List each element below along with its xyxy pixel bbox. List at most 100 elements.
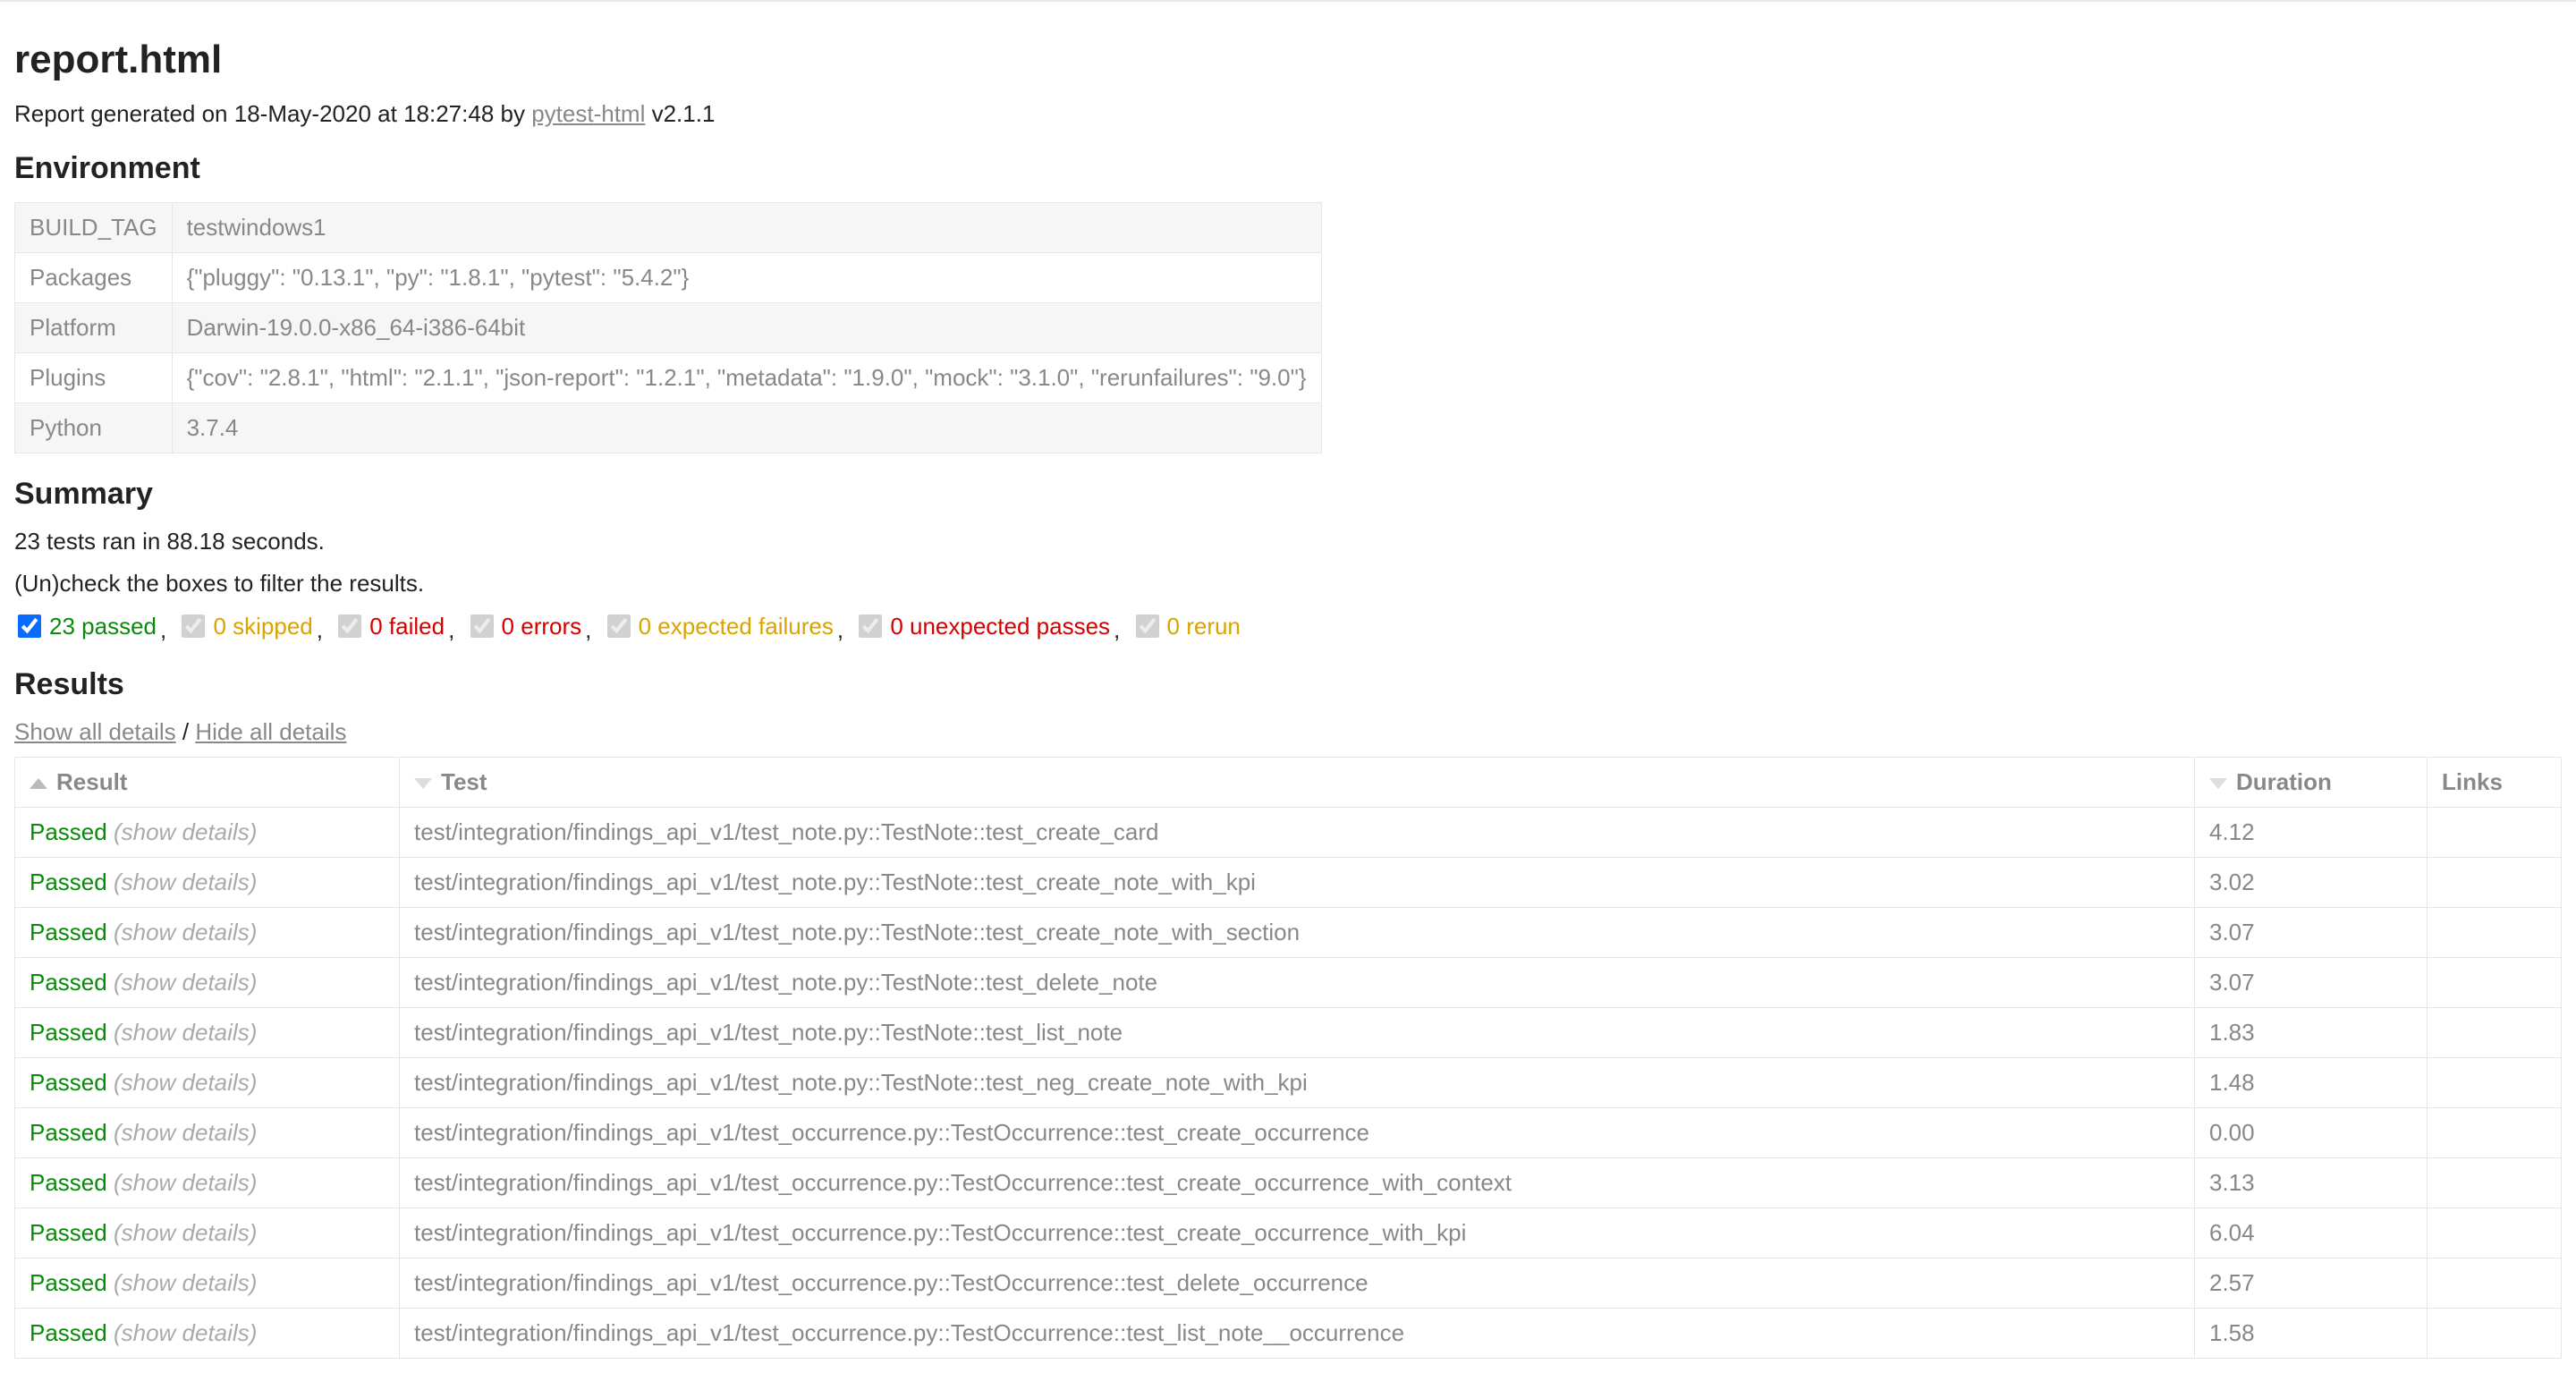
duration-cell: 0.00	[2195, 1108, 2428, 1158]
duration-cell: 1.58	[2195, 1309, 2428, 1359]
table-row: Passed (show details)test/integration/fi…	[15, 1008, 2562, 1058]
test-name-cell: test/integration/findings_api_v1/test_no…	[400, 1058, 2195, 1108]
links-cell	[2428, 1309, 2562, 1359]
environment-row: BUILD_TAGtestwindows1	[15, 203, 1322, 253]
filter-passed-checkbox[interactable]	[18, 614, 41, 638]
table-row: Passed (show details) test/integration/fi…	[15, 1108, 2562, 1158]
col-header-duration[interactable]: Duration	[2195, 758, 2428, 808]
result-status: Passed	[30, 1269, 107, 1296]
result-status: Passed	[30, 1319, 107, 1346]
filter-passed-label: 23 passed	[49, 613, 157, 640]
table-row: Passed (show details)test/integration/fi…	[15, 1158, 2562, 1208]
result-cell: Passed (show details)	[15, 1158, 400, 1208]
links-cell	[2428, 808, 2562, 858]
test-name-cell: test/integration/findings_api_v1/test_oc…	[400, 1208, 2195, 1259]
table-row: Passed (show details)test/integration/fi…	[15, 958, 2562, 1008]
show-details-toggle[interactable]: (show details)	[107, 1219, 258, 1246]
report-prefix: Report generated on	[14, 100, 234, 127]
duration-cell: 3.02	[2195, 858, 2428, 908]
results-separator: /	[176, 718, 196, 745]
test-name-cell: test/integration/findings_api_v1/test_oc…	[400, 1108, 2195, 1158]
show-details-toggle[interactable]: (show details)	[107, 1119, 258, 1146]
environment-row: Packages{"pluggy": "0.13.1", "py": "1.8.…	[15, 253, 1322, 303]
filter-failed: 0 failed	[335, 612, 445, 640]
test-name-cell: test/integration/findings_api_v1/test_no…	[400, 1008, 2195, 1058]
filter-rerun-checkbox	[1136, 614, 1159, 638]
show-details-toggle[interactable]: (show details)	[107, 869, 258, 895]
summary-heading: Summary	[14, 477, 2562, 512]
result-cell: Passed (show details)	[15, 908, 400, 958]
result-cell: Passed (show details)	[15, 1058, 400, 1108]
result-status: Passed	[30, 1169, 107, 1196]
environment-row: Python3.7.4	[15, 403, 1322, 453]
environment-row: Plugins{"cov": "2.8.1", "html": "2.1.1",…	[15, 353, 1322, 403]
show-details-toggle[interactable]: (show details)	[107, 818, 258, 845]
show-details-toggle[interactable]: (show details)	[107, 919, 258, 945]
test-name-cell: test/integration/findings_api_v1/test_no…	[400, 858, 2195, 908]
environment-key: Platform	[15, 303, 173, 353]
report-version: v2.1.1	[645, 100, 715, 127]
environment-row: PlatformDarwin-19.0.0-x86_64-i386-64bit	[15, 303, 1322, 353]
links-cell	[2428, 908, 2562, 958]
duration-cell: 2.57	[2195, 1259, 2428, 1309]
show-details-toggle[interactable]: (show details)	[107, 1019, 258, 1046]
show-all-details-link[interactable]: Show all details	[14, 718, 176, 745]
result-cell: Passed (show details)	[15, 808, 400, 858]
duration-cell: 3.13	[2195, 1158, 2428, 1208]
environment-heading: Environment	[14, 151, 2562, 186]
col-header-test[interactable]: Test	[400, 758, 2195, 808]
environment-key: Python	[15, 403, 173, 453]
table-row: Passed (show details)test/integration/fi…	[15, 808, 2562, 858]
result-cell: Passed (show details)	[15, 958, 400, 1008]
report-by: by	[494, 100, 531, 127]
environment-value: {"pluggy": "0.13.1", "py": "1.8.1", "pyt…	[172, 253, 1321, 303]
duration-cell: 3.07	[2195, 958, 2428, 1008]
report-generated-line: Report generated on 18-May-2020 at 18:27…	[14, 100, 2562, 128]
filter-rerun: 0 rerun	[1132, 612, 1241, 640]
result-status: Passed	[30, 1119, 107, 1146]
result-status: Passed	[30, 969, 107, 996]
filter-errors-checkbox	[470, 614, 494, 638]
result-cell: Passed (show details)	[15, 1259, 400, 1309]
summary-tests-ran: 23 tests ran in 88.18 seconds.	[14, 528, 2562, 555]
show-details-toggle[interactable]: (show details)	[107, 1319, 258, 1346]
duration-cell: 3.07	[2195, 908, 2428, 958]
result-cell: Passed (show details)	[15, 1208, 400, 1259]
show-details-toggle[interactable]: (show details)	[107, 1269, 258, 1296]
filter-passed[interactable]: 23 passed	[14, 612, 157, 640]
links-cell	[2428, 1108, 2562, 1158]
duration-cell: 6.04	[2195, 1208, 2428, 1259]
filter-xpassed: 0 unexpected passes	[855, 612, 1110, 640]
result-cell: Passed (show details)	[15, 858, 400, 908]
pytest-html-link[interactable]: pytest-html	[531, 100, 645, 127]
show-details-toggle[interactable]: (show details)	[107, 1069, 258, 1096]
hide-all-details-link[interactable]: Hide all details	[195, 718, 346, 745]
duration-cell: 4.12	[2195, 808, 2428, 858]
table-row: Passed (show details)test/integration/fi…	[15, 1208, 2562, 1259]
results-heading: Results	[14, 667, 2562, 702]
test-name-cell: test/integration/findings_api_v1/test_no…	[400, 808, 2195, 858]
environment-value: Darwin-19.0.0-x86_64-i386-64bit	[172, 303, 1321, 353]
report-at: at	[371, 100, 403, 127]
result-status: Passed	[30, 1069, 107, 1096]
filter-xpassed-checkbox	[859, 614, 882, 638]
show-details-toggle[interactable]: (show details)	[107, 969, 258, 996]
table-row: Passed (show details)test/integration/fi…	[15, 858, 2562, 908]
col-header-result[interactable]: Result	[15, 758, 400, 808]
col-header-links[interactable]: Links	[2428, 758, 2562, 808]
environment-value: 3.7.4	[172, 403, 1321, 453]
result-status: Passed	[30, 869, 107, 895]
links-cell	[2428, 1259, 2562, 1309]
test-name-cell: test/integration/findings_api_v1/test_oc…	[400, 1259, 2195, 1309]
links-cell	[2428, 958, 2562, 1008]
filter-skipped-label: 0 skipped	[213, 613, 312, 640]
show-details-toggle[interactable]: (show details)	[107, 1169, 258, 1196]
environment-value: testwindows1	[172, 203, 1321, 253]
table-row: Passed (show details)test/integration/fi…	[15, 908, 2562, 958]
filter-failed-checkbox	[338, 614, 361, 638]
test-name-cell: test/integration/findings_api_v1/test_oc…	[400, 1158, 2195, 1208]
filter-rerun-label: 0 rerun	[1167, 613, 1241, 640]
result-status: Passed	[30, 818, 107, 845]
filter-skipped-checkbox	[182, 614, 205, 638]
links-cell	[2428, 1208, 2562, 1259]
